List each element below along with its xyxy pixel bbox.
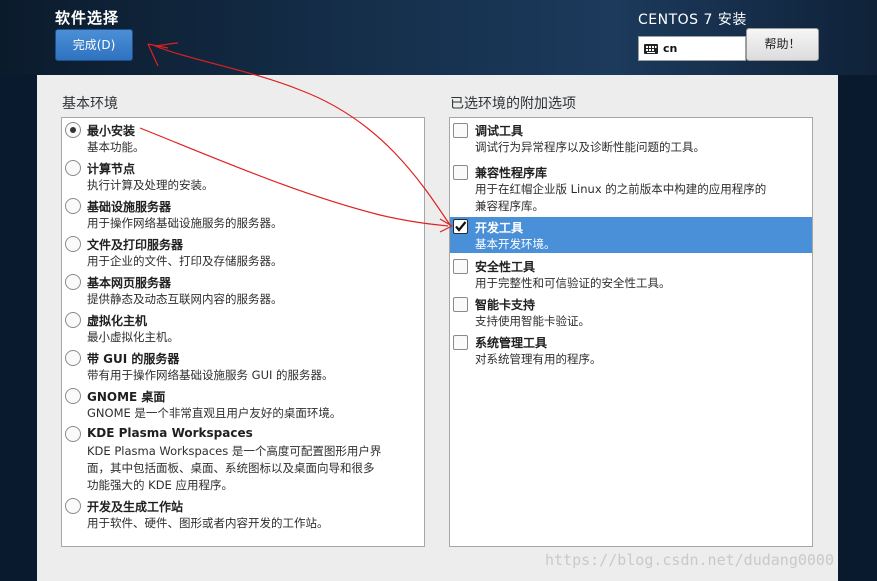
radio-button[interactable] bbox=[65, 236, 81, 252]
addon-item-desc: 用于完整性和可信验证的安全性工具。 bbox=[475, 276, 671, 290]
checkbox[interactable] bbox=[453, 165, 468, 180]
addon-item-desc-line: 兼容程序库。 bbox=[475, 199, 544, 213]
env-item-minimal[interactable]: 最小安装 基本功能。 bbox=[62, 122, 424, 158]
env-item-desc: KDE Plasma Workspaces 是一个高度可配置图形用户界 面，其中… bbox=[87, 443, 381, 494]
addon-item-desc: 支持使用智能卡验证。 bbox=[475, 314, 590, 328]
env-item-file-print-server[interactable]: 文件及打印服务器 用于企业的文件、打印及存储服务器。 bbox=[62, 236, 424, 272]
addon-item-title: 调试工具 bbox=[475, 124, 524, 138]
env-item-desc: 用于软件、硬件、图形或者内容开发的工作站。 bbox=[87, 516, 329, 530]
env-item-title: KDE Plasma Workspaces bbox=[87, 426, 253, 440]
addon-item-dev-tools[interactable]: 开发工具 基本开发环境。 bbox=[450, 217, 812, 253]
env-item-title: 文件及打印服务器 bbox=[87, 238, 184, 252]
radio-button[interactable] bbox=[65, 498, 81, 514]
env-item-title: 虚拟化主机 bbox=[87, 314, 148, 328]
radio-button[interactable] bbox=[65, 312, 81, 328]
addon-item-desc: 基本开发环境。 bbox=[475, 237, 556, 251]
addon-item-debug-tools[interactable]: 调试工具 调试行为异常程序以及诊断性能问题的工具。 bbox=[450, 122, 812, 160]
env-item-title: 基本网页服务器 bbox=[87, 276, 172, 290]
env-item-title: 基础设施服务器 bbox=[87, 200, 172, 214]
env-item-desc-line: 面，其中包括面板、桌面、系统图标以及桌面向导和很多 bbox=[87, 461, 375, 475]
env-item-gui-server[interactable]: 带 GUI 的服务器 带有用于操作网络基础设施服务 GUI 的服务器。 bbox=[62, 350, 424, 386]
env-item-virtualization-host[interactable]: 虚拟化主机 最小虚拟化主机。 bbox=[62, 312, 424, 348]
env-item-desc: 提供静态及动态互联网内容的服务器。 bbox=[87, 292, 283, 306]
radio-button[interactable] bbox=[65, 160, 81, 176]
env-item-desc-line: 功能强大的 KDE 应用程序。 bbox=[87, 478, 233, 492]
page-title: 软件选择 bbox=[55, 9, 120, 27]
radio-button[interactable] bbox=[65, 122, 81, 138]
env-item-desc: 执行计算及处理的安装。 bbox=[87, 178, 214, 192]
addon-item-title: 兼容性程序库 bbox=[475, 166, 548, 180]
addons-label: 已选环境的附加选项 bbox=[450, 96, 576, 112]
done-button[interactable]: 完成(D) bbox=[55, 29, 133, 61]
addon-item-title: 安全性工具 bbox=[475, 260, 536, 274]
env-item-title: 计算节点 bbox=[87, 162, 136, 176]
env-item-desc: 用于企业的文件、打印及存储服务器。 bbox=[87, 254, 283, 268]
addon-item-desc: 用于在红帽企业版 Linux 的之前版本中构建的应用程序的 兼容程序库。 bbox=[475, 181, 766, 215]
env-item-web-server[interactable]: 基本网页服务器 提供静态及动态互联网内容的服务器。 bbox=[62, 274, 424, 310]
env-item-compute-node[interactable]: 计算节点 执行计算及处理的安装。 bbox=[62, 160, 424, 196]
addon-item-desc: 调试行为异常程序以及诊断性能问题的工具。 bbox=[475, 140, 705, 154]
env-item-gnome-desktop[interactable]: GNOME 桌面 GNOME 是一个非常直观且用户友好的桌面环境。 bbox=[62, 388, 424, 424]
addon-item-desc: 对系统管理有用的程序。 bbox=[475, 352, 602, 366]
env-item-dev-workstation[interactable]: 开发及生成工作站 用于软件、硬件、图形或者内容开发的工作站。 bbox=[62, 498, 424, 534]
help-button[interactable]: 帮助！ bbox=[746, 28, 819, 61]
addon-item-title: 系统管理工具 bbox=[475, 336, 548, 350]
checkbox[interactable] bbox=[453, 259, 468, 274]
env-item-desc: GNOME 是一个非常直观且用户友好的桌面环境。 bbox=[87, 406, 342, 420]
addon-item-title: 开发工具 bbox=[475, 221, 524, 235]
checkbox[interactable] bbox=[453, 335, 468, 350]
env-item-title: GNOME 桌面 bbox=[87, 390, 166, 404]
header-bar: 软件选择 完成(D) CENTOS 7 安装 cn 帮助！ bbox=[0, 0, 877, 75]
env-item-kde-plasma[interactable]: KDE Plasma Workspaces KDE Plasma Workspa… bbox=[62, 426, 424, 496]
radio-button[interactable] bbox=[65, 198, 81, 214]
radio-button[interactable] bbox=[65, 274, 81, 290]
addon-item-smartcard[interactable]: 智能卡支持 支持使用智能卡验证。 bbox=[450, 296, 812, 332]
checkbox[interactable] bbox=[453, 297, 468, 312]
addon-item-sysadmin-tools[interactable]: 系统管理工具 对系统管理有用的程序。 bbox=[450, 334, 812, 370]
base-env-panel: 最小安装 基本功能。 计算节点 执行计算及处理的安装。 基础设施服务器 用于操作… bbox=[61, 117, 425, 547]
radio-button[interactable] bbox=[65, 388, 81, 404]
addons-panel: 调试工具 调试行为异常程序以及诊断性能问题的工具。 兼容性程序库 用于在红帽企业… bbox=[449, 117, 813, 547]
keyboard-layout-indicator[interactable]: cn bbox=[638, 36, 746, 61]
radio-button[interactable] bbox=[65, 350, 81, 366]
env-item-title: 带 GUI 的服务器 bbox=[87, 352, 180, 366]
env-item-title: 开发及生成工作站 bbox=[87, 500, 184, 514]
env-item-desc: 带有用于操作网络基础设施服务 GUI 的服务器。 bbox=[87, 368, 334, 382]
env-item-desc: 基本功能。 bbox=[87, 140, 145, 154]
checkmark-icon bbox=[455, 221, 467, 232]
addon-item-title: 智能卡支持 bbox=[475, 298, 536, 312]
env-item-desc-line: KDE Plasma Workspaces 是一个高度可配置图形用户界 bbox=[87, 444, 382, 458]
product-title: CENTOS 7 安装 bbox=[638, 12, 747, 28]
checkbox[interactable] bbox=[453, 123, 468, 138]
env-item-infrastructure-server[interactable]: 基础设施服务器 用于操作网络基础设施服务的服务器。 bbox=[62, 198, 424, 234]
addon-item-security-tools[interactable]: 安全性工具 用于完整性和可信验证的安全性工具。 bbox=[450, 258, 812, 294]
env-item-desc: 用于操作网络基础设施服务的服务器。 bbox=[87, 216, 283, 230]
keyboard-icon bbox=[644, 43, 658, 54]
base-env-label: 基本环境 bbox=[62, 96, 118, 112]
keyboard-layout-label: cn bbox=[663, 42, 678, 55]
radio-button[interactable] bbox=[65, 426, 81, 442]
env-item-title: 最小安装 bbox=[87, 124, 136, 138]
addon-item-desc-line: 用于在红帽企业版 Linux 的之前版本中构建的应用程序的 bbox=[475, 182, 767, 196]
addon-item-compat-libs[interactable]: 兼容性程序库 用于在红帽企业版 Linux 的之前版本中构建的应用程序的 兼容程… bbox=[450, 164, 812, 216]
watermark: https://blog.csdn.net/dudang0000 bbox=[545, 551, 834, 569]
checkbox[interactable] bbox=[453, 219, 468, 234]
env-item-desc: 最小虚拟化主机。 bbox=[87, 330, 179, 344]
